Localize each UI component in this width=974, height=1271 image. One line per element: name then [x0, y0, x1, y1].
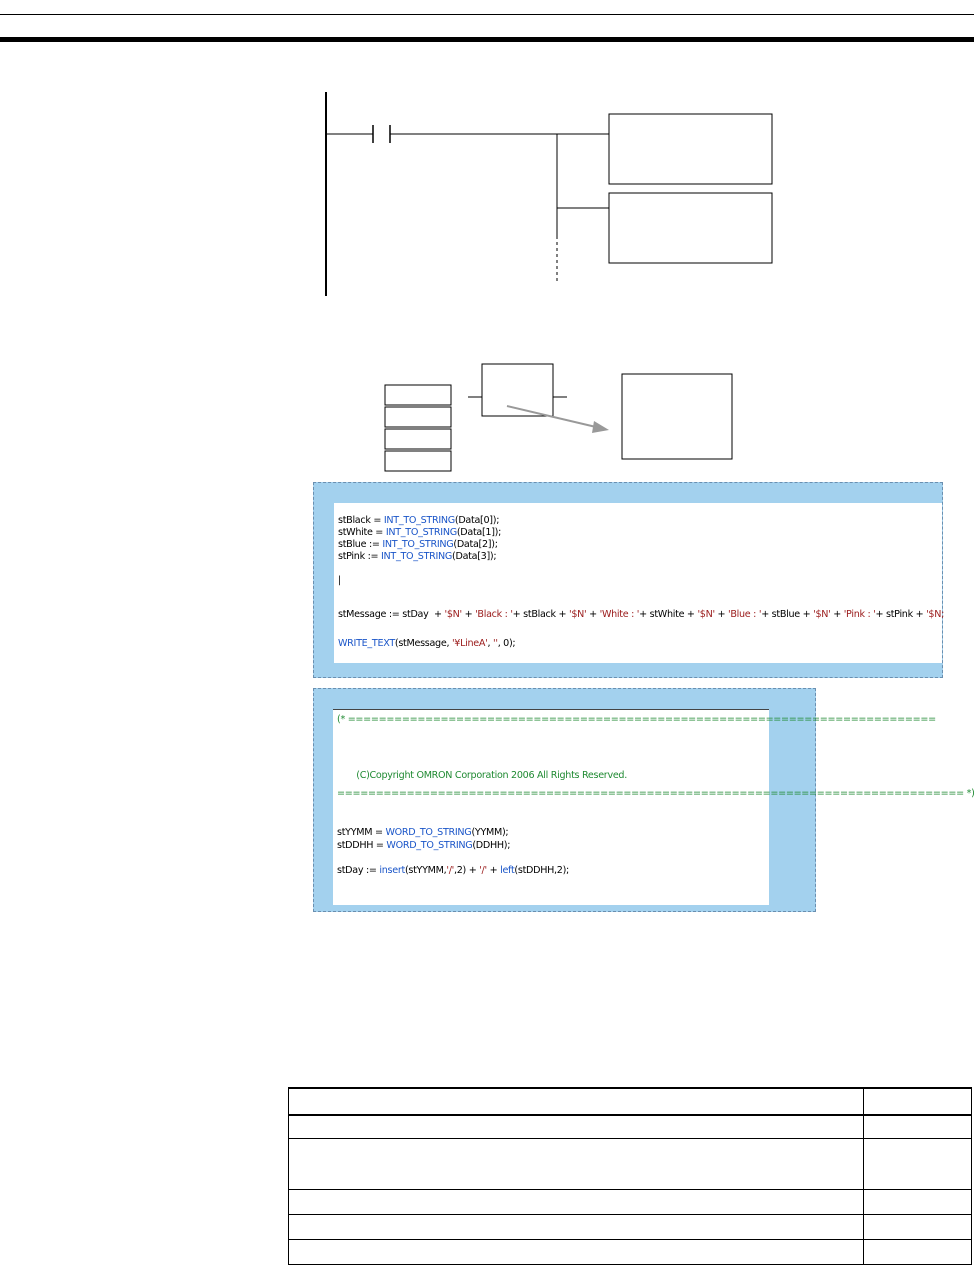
table-cell	[863, 1188, 972, 1215]
code-token: (Data[3]);	[452, 551, 497, 562]
code-token: stDDHH =	[337, 840, 387, 851]
code-token: ========================================…	[337, 788, 974, 799]
code-token: 'Blue : '	[728, 609, 762, 620]
code-line: |	[338, 575, 341, 587]
reference-table	[288, 1087, 972, 1265]
table-row	[288, 1238, 972, 1265]
code-token: + stBlack +	[512, 609, 570, 620]
code-token: +	[714, 609, 729, 620]
code-token: +	[461, 609, 476, 620]
code-token: 'Black : '	[475, 609, 513, 620]
table-row	[288, 1137, 972, 1190]
code-line: (C)Copyright OMRON Corporation 2006 All …	[337, 770, 627, 782]
code-token: (stYYMM,	[404, 865, 447, 876]
code-token: WORD_TO_STRING	[385, 827, 472, 838]
code-token: stWhite	[338, 527, 373, 538]
code-token: stDay :=	[337, 865, 380, 876]
code-token: stYYMM =	[337, 827, 386, 838]
code-token: '/'	[446, 865, 454, 876]
code-token: +	[830, 609, 844, 620]
code-token: left	[500, 865, 515, 876]
table-cell	[288, 1114, 864, 1139]
code-token: :=	[366, 539, 383, 550]
code-token: '$N'	[813, 609, 831, 620]
code-token: '$N'	[569, 609, 587, 620]
st-code-editor-2[interactable]: (* =====================================…	[333, 709, 974, 905]
code-token: +	[486, 865, 501, 876]
code-line: stWhite = INT_TO_STRING(Data[1]);	[338, 527, 501, 539]
code-line: stDDHH = WORD_TO_STRING(DDHH);	[337, 840, 510, 852]
code-line: (* =====================================…	[337, 714, 936, 726]
code-line: stBlue := INT_TO_STRING(Data[2]);	[338, 539, 498, 551]
table-cell	[288, 1137, 864, 1190]
code-token: =	[372, 527, 386, 538]
code-line: ========================================…	[337, 788, 974, 800]
code-token: (* =====================================…	[337, 714, 936, 725]
flow-arrow-head	[592, 421, 609, 433]
data-register-3	[384, 450, 452, 472]
code-token: stBlack	[338, 515, 371, 526]
code-token: stBlue	[338, 539, 367, 550]
code-token: INT_TO_STRING	[381, 551, 453, 562]
code-token: (Data[2]);	[453, 539, 498, 550]
code-token: +	[586, 609, 600, 620]
code-token: WORD_TO_STRING	[386, 840, 473, 851]
table-cell	[288, 1213, 864, 1240]
st-code-frame-2: (* =====================================…	[313, 688, 974, 912]
st-code-frame-1: stBlack = INT_TO_STRING(Data[0]); stWhit…	[313, 482, 944, 678]
code-token: (stDDHH,2);	[514, 865, 569, 876]
code-token: (C)Copyright OMRON Corporation 2006 All …	[337, 770, 627, 781]
code-token: (DDHH);	[472, 840, 511, 851]
code-line: WRITE_TEXT(stMessage, '¥LineA', '', 0);	[338, 638, 516, 650]
code-line: stDay := insert(stYYMM,'/',2) + '/' + le…	[337, 865, 569, 877]
code-token: insert	[379, 865, 405, 876]
table-cell	[863, 1238, 972, 1265]
code-line: stBlack = INT_TO_STRING(Data[0]);	[338, 515, 499, 527]
code-token: '$N'	[444, 609, 462, 620]
code-line: stPink := INT_TO_STRING(Data[3]);	[338, 551, 497, 563]
code-token: WRITE_TEXT	[338, 638, 395, 649]
table-cell	[288, 1087, 864, 1116]
code-token: (stMessage,	[394, 638, 452, 649]
code-line: stYYMM = WORD_TO_STRING(YYMM);	[337, 827, 509, 839]
text-file-box	[621, 373, 733, 460]
table-row	[288, 1213, 972, 1240]
code-token: + stWhite +	[639, 609, 698, 620]
code-token: ,2) +	[453, 865, 480, 876]
table-cell	[863, 1114, 972, 1139]
code-token: (Data[1]);	[456, 527, 502, 538]
data-register-1	[384, 406, 452, 428]
code-token: INT_TO_STRING	[385, 527, 457, 538]
table-cell	[288, 1238, 864, 1265]
table-header-row	[288, 1087, 972, 1116]
table-row	[288, 1188, 972, 1215]
code-token: stPink	[338, 551, 365, 562]
code-line: stMessage := stDay + '$N' + 'Black : '+ …	[338, 609, 944, 621]
code-token: INT_TO_STRING	[383, 515, 455, 526]
code-token: :=	[364, 551, 382, 562]
code-token: '$N'	[697, 609, 715, 620]
st-code-editor-1[interactable]: stBlack = INT_TO_STRING(Data[0]); stWhit…	[334, 503, 944, 663]
data-register-0	[384, 384, 452, 406]
code-token: '¥LineA'	[451, 638, 488, 649]
code-token: (Data[0]);	[454, 515, 500, 526]
data-register-2	[384, 428, 452, 450]
table-row	[288, 1114, 972, 1139]
table-cell	[863, 1137, 972, 1190]
code-token: (YYMM);	[471, 827, 509, 838]
code-token: INT_TO_STRING	[382, 539, 454, 550]
code-token: stMessage := stDay +	[338, 609, 445, 620]
table-cell	[863, 1213, 972, 1240]
code-token: + stPink +	[875, 609, 927, 620]
code-token: 'White : '	[599, 609, 640, 620]
table-cell	[288, 1188, 864, 1215]
code-token: =	[370, 515, 384, 526]
code-token: '$N;	[926, 609, 945, 620]
code-token: , 0);	[497, 638, 516, 649]
code-token: '/'	[479, 865, 487, 876]
code-token: + stBlue +	[761, 609, 814, 620]
code-token: |	[338, 575, 341, 586]
table-cell	[863, 1087, 972, 1116]
code-token: 'Pink : '	[843, 609, 876, 620]
